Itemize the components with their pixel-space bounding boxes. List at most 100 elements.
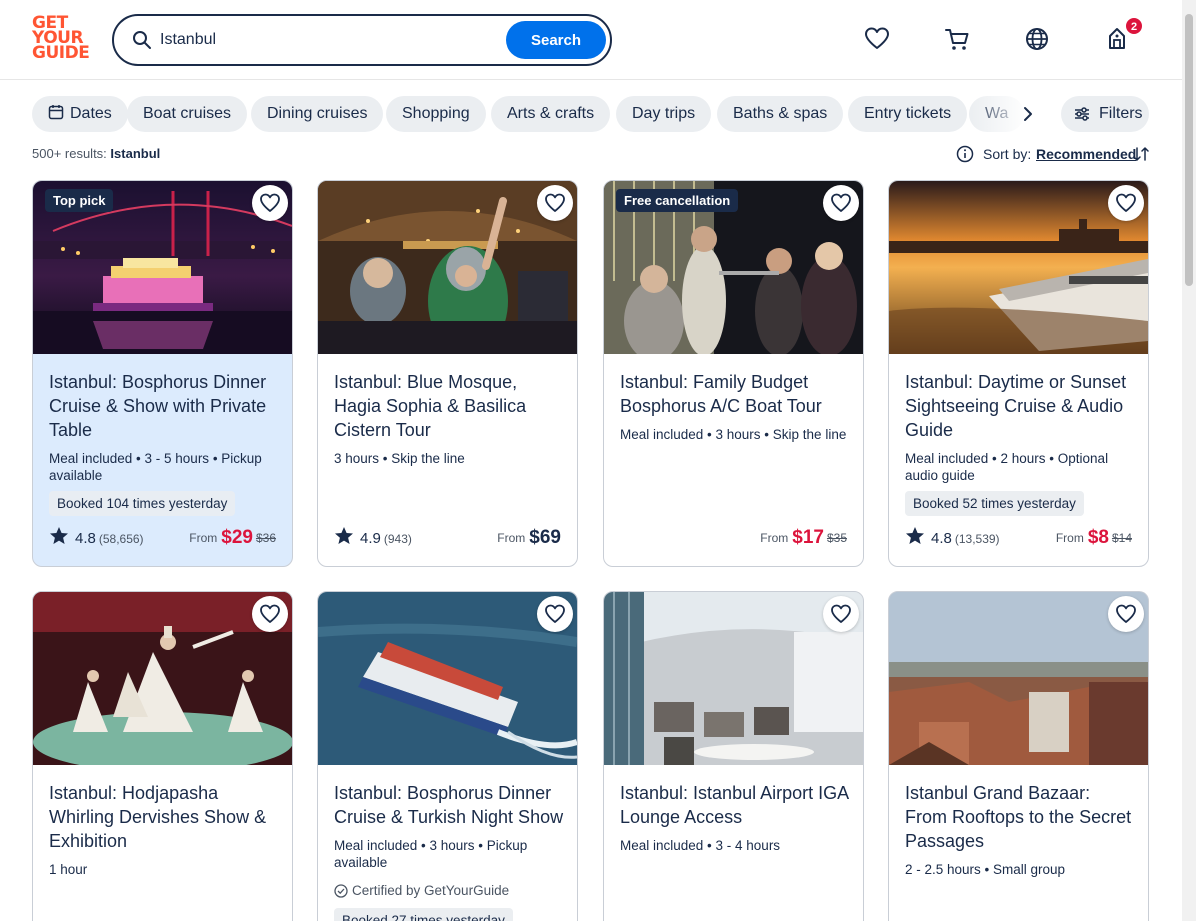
sort-label: Sort by: [983, 146, 1032, 162]
calendar-icon [48, 105, 64, 120]
search-icon [133, 31, 151, 49]
booked-badge: Booked 104 times yesterday [49, 491, 236, 516]
activity-image[interactable] [33, 592, 292, 765]
cart-icon[interactable] [944, 26, 970, 52]
activity-card[interactable]: Istanbul: Blue Mosque, Hagia Sophia & Ba… [317, 180, 578, 567]
wishlist-button[interactable] [1108, 185, 1144, 221]
activity-title[interactable]: Istanbul: Bosphorus Dinner Cruise & Show… [49, 370, 281, 442]
price-from-label: From [1055, 531, 1084, 545]
activity-title[interactable]: Istanbul: Daytime or Sunset Sightseeing … [905, 370, 1137, 442]
chip-boat-cruises[interactable]: Boat cruises [127, 96, 248, 132]
activity-meta: 1 hour [49, 862, 88, 877]
results-count-text: 500+ results: [32, 146, 107, 161]
top-header: GET YOUR GUIDE Search 2 [0, 0, 1182, 80]
chevron-right-icon[interactable] [1018, 104, 1038, 124]
price-from-label: From [760, 531, 789, 545]
activity-title[interactable]: Istanbul: Blue Mosque, Hagia Sophia & Ba… [334, 370, 566, 442]
activity-image[interactable]: Free cancellation [604, 181, 863, 354]
activity-title[interactable]: Istanbul: Istanbul Airport IGA Lounge Ac… [620, 781, 852, 829]
activity-card[interactable]: Free cancellation Istanbul: Family Budge… [603, 180, 864, 567]
wishlist-button[interactable] [823, 185, 859, 221]
globe-icon[interactable] [1024, 26, 1050, 52]
price: From $17 $35 [760, 527, 847, 549]
rating-value: 4.8 [75, 530, 96, 547]
chip-label: Shopping [402, 105, 470, 122]
activity-card[interactable]: Istanbul Grand Bazaar: From Rooftops to … [888, 591, 1149, 921]
activity-meta: 2 - 2.5 hours • Small group [905, 862, 1066, 877]
activity-image[interactable] [318, 592, 577, 765]
chip-day-trips[interactable]: Day trips [616, 96, 712, 132]
scrollbar-thumb[interactable] [1185, 14, 1193, 286]
rating-value: 4.8 [931, 530, 952, 547]
chip-dates[interactable]: Dates [32, 96, 128, 132]
activity-card[interactable]: Istanbul: Bosphorus Dinner Cruise & Turk… [317, 591, 578, 921]
rating: 4.9 (943) [334, 526, 412, 548]
star-icon [334, 526, 354, 546]
info-icon[interactable] [956, 145, 974, 163]
wishlist-button[interactable] [1108, 596, 1144, 632]
getyourguide-logo[interactable]: GET YOUR GUIDE [32, 15, 90, 64]
filters-label: Filters [1099, 105, 1143, 122]
activity-title[interactable]: Istanbul: Hodjapasha Whirling Dervishes … [49, 781, 281, 853]
activity-image[interactable] [604, 592, 863, 765]
certified-text: Certified by GetYourGuide [352, 883, 510, 898]
review-count: (58,656) [98, 532, 144, 546]
wishlist-button[interactable] [252, 185, 288, 221]
sort-control[interactable]: Sort by: Recommended [956, 144, 1150, 164]
price-from-label: From [189, 531, 218, 545]
results-count: 500+ results: Istanbul [32, 146, 160, 161]
activity-title[interactable]: Istanbul: Family Budget Bosphorus A/C Bo… [620, 370, 852, 418]
rating-value: 4.9 [360, 530, 381, 547]
activity-image[interactable] [318, 181, 577, 354]
price-value: $69 [529, 527, 561, 548]
sliders-icon [1075, 107, 1089, 121]
price: From $69 [497, 527, 561, 549]
activity-card[interactable]: Istanbul: Daytime or Sunset Sightseeing … [888, 180, 1149, 567]
filters-button[interactable]: Filters [1061, 96, 1149, 132]
wishlist-button[interactable] [537, 596, 573, 632]
wishlist-button[interactable] [537, 185, 573, 221]
heart-icon [259, 603, 281, 625]
star-icon [49, 526, 69, 546]
activity-image[interactable] [889, 592, 1148, 765]
chip-label: Boat cruises [143, 105, 232, 122]
activity-card[interactable]: Top pick Istanbul: Bosphorus Dinner Crui… [32, 180, 293, 567]
activity-image[interactable] [889, 181, 1148, 354]
search-button[interactable]: Search [506, 21, 606, 59]
top-pick-tag: Top pick [45, 189, 114, 212]
price: From $8 $14 [1056, 527, 1132, 549]
activity-meta: 3 hours • Skip the line [334, 451, 465, 466]
chip-label: Dates [70, 105, 112, 122]
activity-card[interactable]: Istanbul: Hodjapasha Whirling Dervishes … [32, 591, 293, 921]
chip-dining-cruises[interactable]: Dining cruises [251, 96, 384, 132]
heart-icon [544, 192, 566, 214]
activity-meta: Meal included • 3 - 5 hours • Pickup ava… [49, 451, 262, 483]
chip-arts-crafts[interactable]: Arts & crafts [491, 96, 611, 132]
wishlist-button[interactable] [252, 596, 288, 632]
old-price: $35 [826, 531, 847, 545]
activity-title[interactable]: Istanbul: Bosphorus Dinner Cruise & Turk… [334, 781, 566, 829]
heart-icon[interactable] [864, 26, 890, 52]
price-value: $17 [792, 527, 824, 548]
heart-icon [1115, 603, 1137, 625]
heart-icon [830, 192, 852, 214]
heart-icon [830, 603, 852, 625]
search-input[interactable] [160, 28, 490, 52]
chip-shopping[interactable]: Shopping [386, 96, 486, 132]
star-icon [905, 526, 925, 546]
activity-title[interactable]: Istanbul Grand Bazaar: From Rooftops to … [905, 781, 1137, 853]
activity-meta: Meal included • 3 - 4 hours [620, 838, 781, 853]
sort-value[interactable]: Recommended [1036, 146, 1136, 162]
chip-baths-spas[interactable]: Baths & spas [717, 96, 844, 132]
price-from-label: From [497, 531, 526, 545]
category-chips: Dates Boat cruises Dining cruises Shoppi… [32, 96, 1150, 132]
activity-image[interactable]: Top pick [33, 181, 292, 354]
check-badge-icon [334, 884, 348, 898]
review-count: (13,539) [954, 532, 1000, 546]
chip-entry-tickets[interactable]: Entry tickets [848, 96, 968, 132]
activity-card[interactable]: Istanbul: Istanbul Airport IGA Lounge Ac… [603, 591, 864, 921]
wishlist-button[interactable] [823, 596, 859, 632]
heart-icon [259, 192, 281, 214]
booked-badge: Booked 27 times yesterday [334, 908, 513, 921]
heart-icon [1115, 192, 1137, 214]
